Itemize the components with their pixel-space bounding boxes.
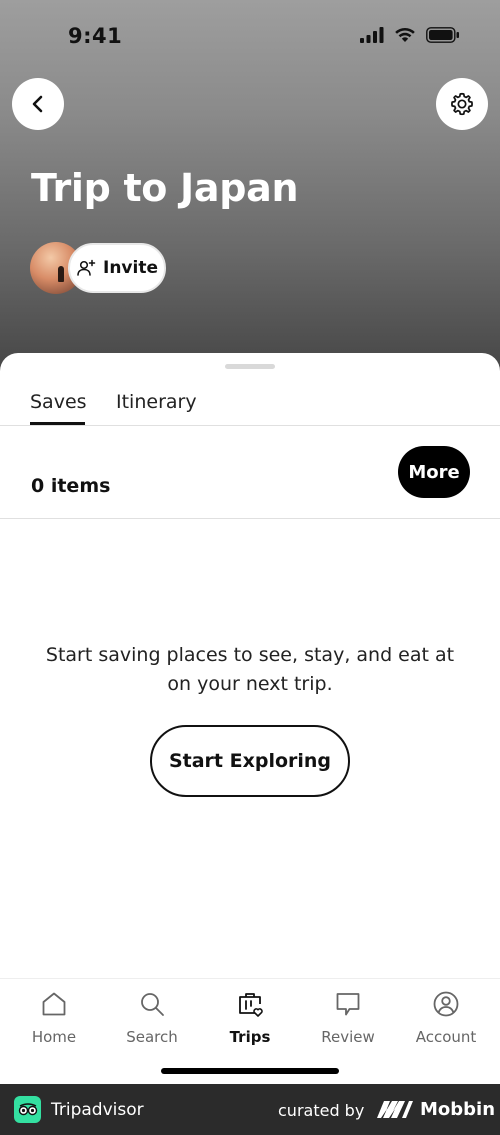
active-tab-indicator <box>30 422 85 425</box>
hero-header: 9:41 Trip to Japan Invite <box>0 0 500 380</box>
mobbin-logo-icon <box>377 1101 413 1118</box>
status-time: 9:41 <box>68 24 123 48</box>
tab-itinerary[interactable]: Itinerary <box>116 391 197 413</box>
trips-icon <box>235 989 265 1019</box>
nav-label-search: Search <box>126 1028 178 1046</box>
nav-item-search[interactable]: Search <box>104 989 200 1049</box>
more-button[interactable]: More <box>398 446 470 498</box>
items-count: 0 items <box>31 475 111 497</box>
back-button[interactable] <box>12 78 64 130</box>
status-icons <box>360 27 460 43</box>
account-icon <box>431 989 461 1019</box>
nav-label-account: Account <box>415 1028 477 1046</box>
trip-title: Trip to Japan <box>31 166 299 210</box>
sheet-grabber[interactable] <box>225 364 275 369</box>
status-bar: 9:41 <box>0 0 500 74</box>
empty-state-message: Start saving places to see, stay, and ea… <box>45 644 455 695</box>
signal-icon <box>360 27 384 43</box>
mobbin-name: Mobbin <box>420 1099 496 1120</box>
owl-icon <box>18 1102 37 1115</box>
home-indicator <box>161 1068 339 1074</box>
tripadvisor-name: Tripadvisor <box>51 1100 144 1120</box>
settings-button[interactable] <box>436 78 488 130</box>
review-icon <box>333 989 363 1019</box>
divider <box>0 518 500 519</box>
footer-bar: Tripadvisor curated by Mobbin <box>0 1084 500 1135</box>
nav-item-home[interactable]: Home <box>6 989 102 1049</box>
invite-label: Invite <box>103 258 158 278</box>
nav-label-home: Home <box>31 1028 77 1046</box>
add-user-icon <box>77 259 96 276</box>
bottom-nav: Home Search Trips Review Account <box>0 978 500 1084</box>
wifi-icon <box>395 27 415 42</box>
nav-label-review: Review <box>321 1028 375 1046</box>
nav-item-account[interactable]: Account <box>398 989 494 1049</box>
curated-by-label: curated by <box>278 1101 365 1120</box>
chevron-left-icon <box>32 95 43 113</box>
home-icon <box>39 989 69 1019</box>
gear-icon <box>451 92 473 116</box>
tab-bar: Saves Itinerary <box>0 389 500 426</box>
trip-sheet: Saves Itinerary 0 items More Start savin… <box>0 353 500 978</box>
search-icon <box>137 989 167 1019</box>
tripadvisor-logo <box>14 1096 41 1123</box>
start-exploring-button[interactable]: Start Exploring <box>150 725 350 797</box>
nav-label-trips: Trips <box>229 1028 271 1046</box>
tab-saves[interactable]: Saves <box>30 391 87 413</box>
nav-item-trips[interactable]: Trips <box>202 989 298 1049</box>
invite-button[interactable]: Invite <box>68 243 166 293</box>
nav-item-review[interactable]: Review <box>300 989 396 1049</box>
avatar-figure <box>58 266 64 282</box>
battery-icon <box>426 27 459 43</box>
